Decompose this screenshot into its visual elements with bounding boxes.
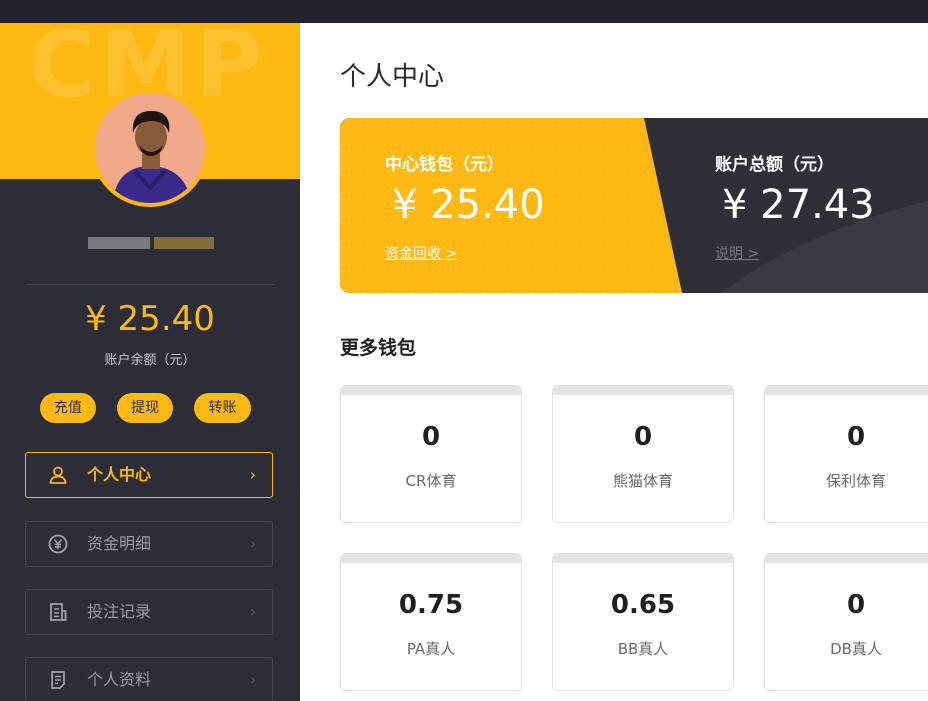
- username-blur-block: [88, 237, 150, 249]
- user-icon: [49, 466, 67, 484]
- sidebar-balance-label: 账户余额（元）: [104, 353, 196, 368]
- sidebar-balance: ¥ 25.40: [85, 299, 215, 339]
- sidebar-divider: [26, 284, 275, 285]
- profile-note-icon: [51, 671, 65, 689]
- explanation-link[interactable]: 说明 >: [715, 243, 759, 263]
- avatar-photo: [95, 93, 205, 203]
- wallet-name: PA真人: [406, 640, 456, 658]
- nav-label: 资金明细: [87, 534, 152, 553]
- wallet-name: 熊猫体育: [612, 472, 673, 490]
- avatar[interactable]: [95, 93, 205, 203]
- username-blurred: [88, 231, 214, 255]
- chevron-right-icon: ›: [249, 465, 256, 484]
- center-wallet-label: 中心钱包（元）: [385, 155, 504, 175]
- sidebar: CMP ¥ 25.40 账户余额（元） 充值 提现 转账 个人中心 › 资金明细…: [0, 23, 300, 701]
- card-top-strip: [765, 386, 928, 395]
- nav-label: 投注记录: [87, 602, 152, 621]
- wallet-card[interactable]: 0 熊猫体育: [552, 385, 734, 523]
- wallet-value: 0: [633, 422, 653, 452]
- card-top-strip: [553, 554, 733, 563]
- wallet-name: 保利体育: [825, 472, 886, 490]
- wallet-card[interactable]: 0 DB真人: [764, 553, 928, 691]
- top-bar: [0, 0, 928, 23]
- wallet-name: CR体育: [405, 472, 457, 490]
- wallet-name: DB真人: [830, 640, 882, 658]
- deposit-button[interactable]: 充值: [40, 393, 96, 423]
- wallet-value: 0: [846, 422, 866, 452]
- card-top-strip: [341, 554, 521, 563]
- chevron-right-icon: ›: [249, 602, 256, 621]
- fund-recovery-link[interactable]: 资金回收 >: [385, 243, 457, 263]
- withdraw-button[interactable]: 提现: [117, 393, 173, 423]
- wallet-value: 0.65: [610, 590, 676, 620]
- document-icon: [50, 603, 67, 621]
- nav-item-personal-center[interactable]: 个人中心 ›: [25, 452, 273, 498]
- transfer-button[interactable]: 转账: [194, 393, 251, 423]
- wallet-summary-card: 中心钱包（元） ¥ 25.40 资金回收 > 账户总额（元） ¥ 27.43 说…: [340, 118, 928, 293]
- chevron-right-icon: ›: [249, 670, 256, 689]
- total-amount: ¥ 27.43: [722, 182, 875, 228]
- yen-circle-icon: [48, 534, 68, 554]
- wallet-value: 0: [421, 422, 441, 452]
- nav-item-personal-info[interactable]: 个人资料 ›: [25, 657, 273, 701]
- nav-label: 个人中心: [87, 465, 152, 484]
- chevron-right-icon: ›: [249, 534, 256, 553]
- wallet-card[interactable]: 0 保利体育: [764, 385, 928, 523]
- card-top-strip: [553, 386, 733, 395]
- card-top-strip: [341, 386, 521, 395]
- wallet-value: 0: [846, 590, 866, 620]
- nav-label: 个人资料: [87, 670, 152, 689]
- center-wallet-amount: ¥ 25.40: [392, 182, 545, 228]
- username-blur-block: [154, 237, 214, 249]
- nav-item-fund-details[interactable]: 资金明细 ›: [25, 521, 273, 567]
- wallet-card[interactable]: 0 CR体育: [340, 385, 522, 523]
- wallet-card[interactable]: 0.65 BB真人: [552, 553, 734, 691]
- wallet-name: BB真人: [617, 640, 669, 658]
- wallet-card[interactable]: 0.75 PA真人: [340, 553, 522, 691]
- nav-item-bet-records[interactable]: 投注记录 ›: [25, 589, 273, 635]
- more-wallets-title: 更多钱包: [340, 337, 417, 359]
- total-amount-label: 账户总额（元）: [715, 155, 834, 175]
- wallet-value: 0.75: [398, 590, 464, 620]
- card-top-strip: [765, 554, 928, 563]
- page-title: 个人中心: [340, 62, 445, 92]
